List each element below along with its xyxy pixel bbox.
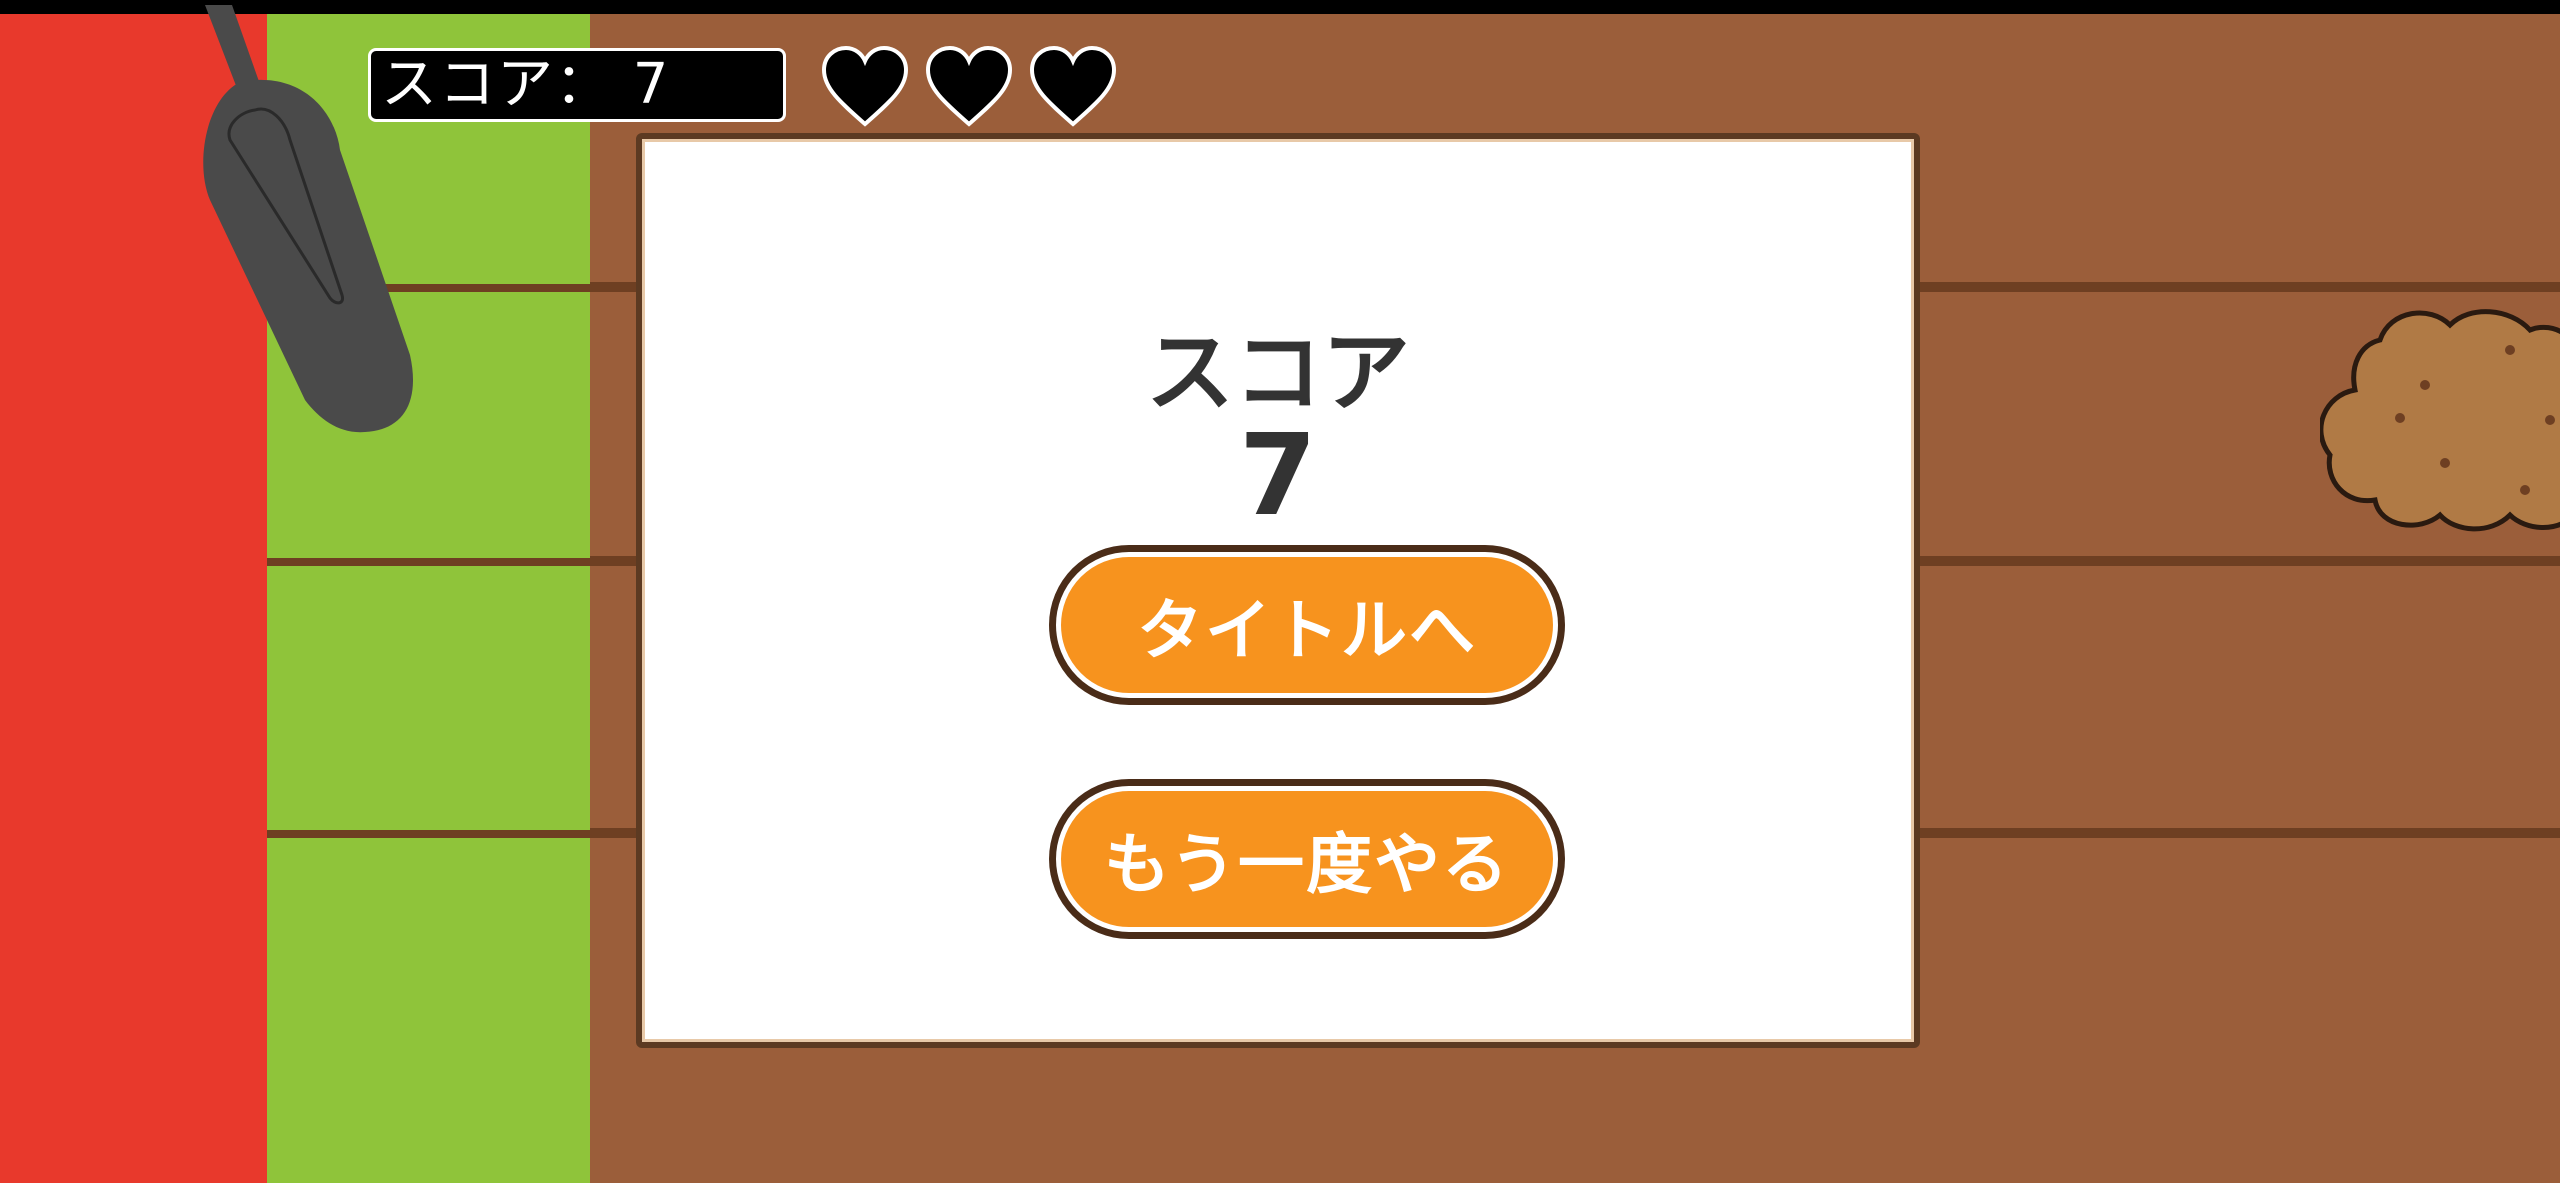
heart-icon: [1029, 45, 1117, 127]
to-title-button[interactable]: タイトルへ: [1049, 545, 1565, 705]
heart-icon: [821, 45, 909, 127]
result-dialog-panel: スコア 7 タイトルへ もう一度やる: [642, 139, 1914, 1042]
retry-button-label: もう一度やる: [1056, 786, 1558, 932]
green-lane-divider: [267, 284, 590, 292]
result-dialog: スコア 7 タイトルへ もう一度やる: [636, 133, 1920, 1048]
lives-display: [820, 44, 1118, 130]
green-lane-divider: [267, 830, 590, 838]
top-edge-bar: [0, 0, 2560, 14]
heart-icon: [925, 45, 1013, 127]
result-score-value: 7: [1239, 411, 1317, 541]
result-score-heading: スコア: [1145, 321, 1410, 424]
green-lane-divider: [267, 558, 590, 566]
green-lane: [267, 14, 590, 1183]
to-title-button-label: タイトルへ: [1056, 552, 1558, 698]
cookie-icon: [2320, 309, 2560, 532]
retry-button[interactable]: もう一度やる: [1049, 779, 1565, 939]
red-lane: [0, 14, 267, 1183]
hud-score: スコア： 7: [368, 48, 786, 122]
